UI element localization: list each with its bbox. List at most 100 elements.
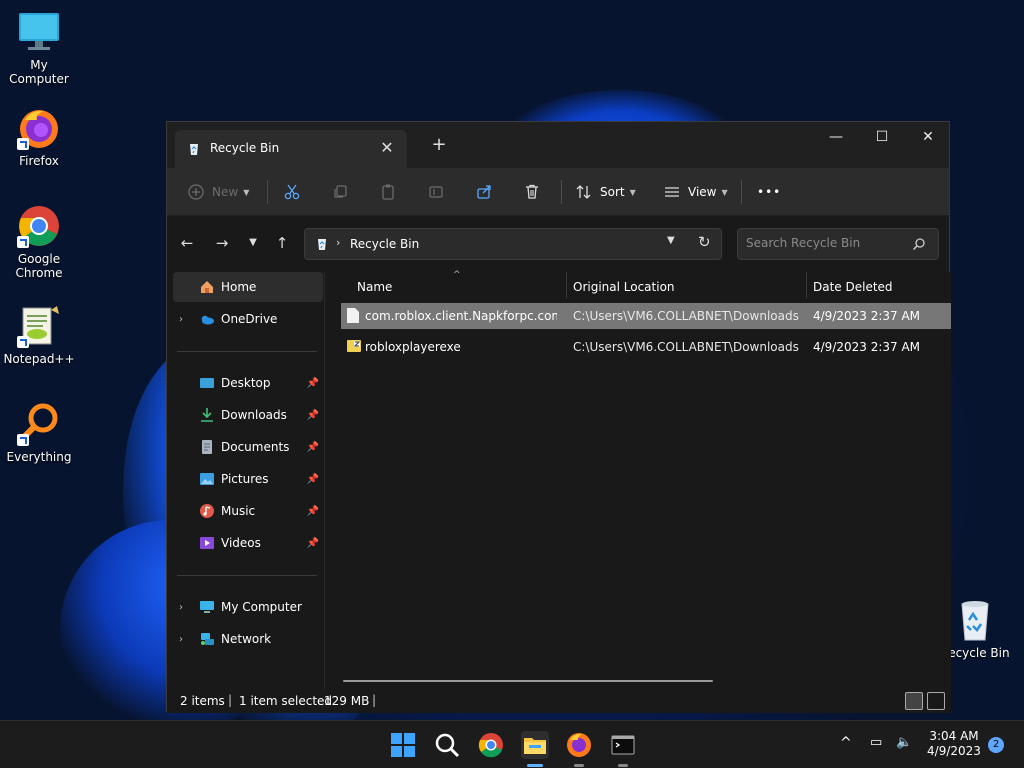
start-button[interactable] [389,731,417,759]
chevron-down-icon: ▼ [721,187,728,197]
monitor-icon [199,599,215,615]
download-icon [199,407,215,423]
title-bar: Recycle Bin ✕ + — ☐ ✕ [167,122,949,168]
search-icon [912,237,926,251]
pin-icon: 📌 [306,409,319,421]
rename-icon [429,186,443,198]
navigation-pane: Home › OneDrive Desktop 📌 Downloads 📌 Do… [167,272,325,689]
running-indicator [618,764,628,767]
file-original-location: C:\Users\VM6.COLLABNET\Downloads [573,340,799,354]
column-divider[interactable] [566,272,567,298]
cut-button[interactable] [283,180,301,204]
pin-icon: 📌 [306,377,319,389]
desktop-icon-notepadpp[interactable]: Notepad++ [0,304,78,366]
search-icon [435,733,460,758]
file-date-deleted: 4/9/2023 2:37 AM [813,309,921,323]
forward-button[interactable]: → [212,232,232,254]
copy-button[interactable] [331,180,349,204]
running-indicator [574,764,584,767]
view-button[interactable]: View ▼ [663,180,728,204]
volume-icon[interactable]: 🔈 [896,735,912,750]
system-clock[interactable]: 3:04 AM 4/9/2023 [925,729,983,759]
maximize-button[interactable]: ☐ [859,122,905,152]
nav-item-music[interactable]: Music 📌 [173,496,323,526]
shortcut-arrow-icon [17,236,29,248]
sort-button[interactable]: Sort ▼ [575,180,636,204]
copy-icon [334,185,347,198]
search-box[interactable] [737,228,939,260]
tab-recycle-bin[interactable]: Recycle Bin ✕ [175,130,407,168]
taskbar-terminal[interactable] [609,731,637,767]
column-header-date-deleted[interactable]: Date Deleted [813,272,893,302]
nav-item-home[interactable]: Home [173,272,323,302]
tiles-view-button[interactable] [927,692,945,710]
active-indicator [527,764,543,767]
nav-item-onedrive[interactable]: › OneDrive [173,304,323,334]
toolbar-divider [561,180,562,204]
nav-item-my-computer[interactable]: › My Computer [173,592,323,622]
scissors-icon [284,184,300,200]
clock-time: 3:04 AM [929,729,979,743]
chevron-right-icon[interactable]: › [173,602,189,613]
search-button[interactable] [433,731,461,759]
taskbar-file-explorer[interactable] [521,731,549,767]
notification-badge[interactable]: 2 [988,737,1004,753]
up-button[interactable]: ↑ [272,232,292,254]
nav-item-pictures[interactable]: Pictures 📌 [173,464,323,494]
close-window-button[interactable]: ✕ [905,122,951,152]
chevron-down-icon: ▼ [629,187,636,197]
column-header-name[interactable]: Name [357,272,392,302]
file-list: Name ^ Original Location Date Deleted co… [325,270,951,689]
chevron-right-icon[interactable]: › [173,634,189,645]
column-divider[interactable] [806,272,807,298]
column-header-original-location[interactable]: Original Location [573,272,675,302]
breadcrumb-recycle-bin[interactable]: Recycle Bin [350,237,419,251]
close-tab-icon[interactable]: ✕ [377,138,397,158]
horizontal-scrollbar[interactable] [343,680,713,682]
selection-count: 1 item selected [239,694,333,708]
table-row[interactable]: robloxplayerexe C:\Users\VM6.COLLABNET\D… [341,334,951,360]
nav-item-videos[interactable]: Videos 📌 [173,528,323,558]
refresh-icon[interactable]: ↻ [698,233,711,251]
clock-date: 4/9/2023 [927,744,981,758]
music-icon [199,503,215,519]
toolbar-divider [741,180,742,204]
file-name: robloxplayerexe [365,340,461,354]
taskbar-chrome[interactable] [477,731,505,759]
firefox-icon [567,733,591,757]
share-icon [477,185,491,199]
nav-item-network[interactable]: › Network [173,624,323,654]
new-button[interactable]: New ▼ [187,180,249,204]
search-input[interactable] [746,236,906,250]
pin-icon: 📌 [306,473,319,485]
desktop-icon-chrome[interactable]: Google Chrome [0,204,78,280]
table-row[interactable]: com.roblox.client.Napkforpc.com.... C:\U… [341,303,951,329]
shortcut-arrow-icon [17,138,29,150]
minimize-button[interactable]: — [813,122,859,152]
chevron-up-icon[interactable]: ^ [840,735,852,751]
desktop-icon-firefox[interactable]: Firefox [0,106,78,168]
back-button[interactable]: ← [177,232,197,254]
taskbar-firefox[interactable] [565,731,593,767]
nav-item-documents[interactable]: Documents 📌 [173,432,323,462]
plus-circle-icon [188,184,204,200]
status-bar: 2 items | 1 item selected 129 MB | [167,689,951,713]
nav-item-downloads[interactable]: Downloads 📌 [173,400,323,430]
new-tab-button[interactable]: + [429,135,449,155]
delete-button[interactable] [523,180,541,204]
desktop-icon-everything[interactable]: Everything [0,402,78,464]
file-explorer-window: Recycle Bin ✕ + — ☐ ✕ New ▼ Sort ▼ View … [166,121,951,713]
address-bar[interactable]: › Recycle Bin ▼ ↻ [304,228,722,260]
address-dropdown-icon[interactable]: ▼ [667,235,675,246]
recent-locations-button[interactable]: ▼ [243,232,263,254]
nav-item-desktop[interactable]: Desktop 📌 [173,368,323,398]
paste-button[interactable] [379,180,397,204]
share-button[interactable] [475,180,493,204]
network-status-icon[interactable]: ▭ [870,735,882,750]
rename-button[interactable] [427,180,445,204]
more-options-button[interactable]: ••• [757,180,781,204]
desktop-icon-my-computer[interactable]: My Computer [0,10,78,86]
details-view-button[interactable] [905,692,923,710]
chevron-right-icon[interactable]: › [173,314,189,325]
shortcut-arrow-icon [17,434,29,446]
